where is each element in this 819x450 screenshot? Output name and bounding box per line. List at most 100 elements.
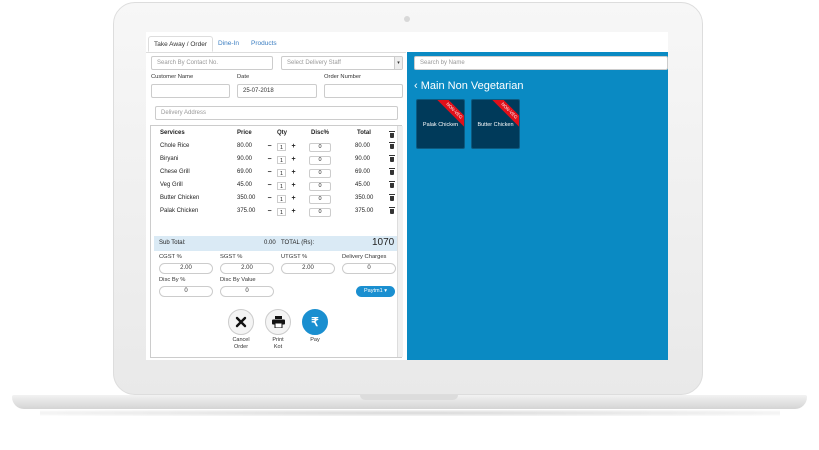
cart-item-price: 90.00 — [237, 156, 253, 162]
print-kot-label: Print Kot — [258, 337, 298, 351]
trash-icon[interactable] — [389, 207, 395, 214]
tab-dine-in[interactable]: Dine-In — [213, 36, 244, 52]
cart-item-price: 69.00 — [237, 169, 253, 175]
plus-icon[interactable]: + — [290, 169, 297, 176]
delivery-address-input[interactable]: Delivery Address — [155, 106, 398, 120]
order-panel: Take Away / Order Dine-In Products Searc… — [146, 32, 406, 360]
print-label-line1: Print — [272, 337, 284, 343]
disc-value-label: Disc By Value — [220, 277, 256, 283]
utgst-input[interactable]: 2.00 — [281, 263, 335, 274]
delivery-staff-select[interactable]: Select Delivery Staff ▾ — [281, 56, 403, 70]
sgst-input[interactable]: 2.00 — [220, 263, 274, 274]
tab-take-away[interactable]: Take Away / Order — [148, 36, 213, 52]
trash-icon[interactable] — [389, 181, 395, 188]
minus-icon[interactable]: − — [266, 195, 273, 202]
customer-name-input[interactable] — [151, 84, 230, 98]
category-name: Main Non Vegetarian — [420, 80, 524, 92]
cart-item-total: 45.00 — [355, 182, 371, 188]
rupee-icon: ₹ — [311, 315, 319, 329]
product-name: Butter Chicken — [477, 122, 514, 128]
header-services: Services — [160, 130, 185, 136]
minus-icon[interactable]: − — [266, 143, 273, 150]
plus-icon[interactable]: + — [290, 208, 297, 215]
subtotal-value: 0.00 — [264, 240, 276, 246]
disc-input[interactable]: 0 — [309, 169, 331, 178]
cart-item-name: Chole Rice — [160, 143, 190, 149]
total-label: TOTAL (Rs): — [281, 240, 315, 246]
cart-item-name: Biryani — [160, 156, 179, 162]
cgst-input[interactable]: 2.00 — [159, 263, 213, 274]
total-value: 1070 — [372, 237, 395, 248]
laptop-shadow — [40, 410, 780, 416]
webcam — [404, 16, 410, 22]
payment-method-select[interactable]: Paytm1 ▾ — [356, 286, 395, 297]
sgst-label: SGST % — [220, 254, 243, 260]
cart-item-price: 80.00 — [237, 143, 253, 149]
disc-percent-input[interactable]: 0 — [159, 286, 213, 297]
plus-icon[interactable]: + — [290, 182, 297, 189]
cart-item-total: 80.00 — [355, 143, 371, 149]
qty-input[interactable]: 1 — [277, 143, 286, 151]
product-search-input[interactable]: Search by Name — [414, 56, 668, 70]
product-name: Palak Chicken — [422, 122, 459, 128]
delivery-staff-placeholder: Select Delivery Staff — [287, 60, 341, 66]
order-number-label: Order Number — [324, 74, 362, 80]
pay-button[interactable]: ₹ — [302, 309, 328, 335]
laptop-notch — [360, 395, 458, 400]
contact-search-input[interactable]: Search By Contact No. — [151, 56, 273, 70]
product-card-butter-chicken[interactable]: NON-VEG Butter Chicken — [471, 99, 520, 149]
utgst-label: UTGST % — [281, 254, 308, 260]
qty-input[interactable]: 1 — [277, 169, 286, 177]
cancel-order-label: Cancel Order — [221, 337, 261, 351]
cart-item-name: Chese Grill — [160, 169, 190, 175]
minus-icon[interactable]: − — [266, 182, 273, 189]
cart-item-price: 375.00 — [237, 208, 256, 214]
disc-input[interactable]: 0 — [309, 195, 331, 204]
payment-method-value: Paytm1 — [364, 288, 383, 294]
trash-icon[interactable] — [389, 168, 395, 175]
disc-input[interactable]: 0 — [309, 156, 331, 165]
trash-icon[interactable] — [389, 194, 395, 201]
cart-item-name: Palak Chicken — [160, 208, 199, 214]
disc-input[interactable]: 0 — [309, 208, 331, 217]
disc-input[interactable]: 0 — [309, 182, 331, 191]
plus-icon[interactable]: + — [290, 195, 297, 202]
product-card-palak-chicken[interactable]: NON-VEG Palak Chicken — [416, 99, 465, 149]
disc-input[interactable]: 0 — [309, 143, 331, 152]
pay-label: Pay — [310, 337, 320, 343]
tab-products[interactable]: Products — [246, 36, 282, 52]
delivery-charges-label: Delivery Charges — [342, 254, 387, 260]
order-number-input[interactable] — [324, 84, 403, 98]
plus-icon[interactable]: + — [290, 143, 297, 150]
cart-item-price: 45.00 — [237, 182, 253, 188]
minus-icon[interactable]: − — [266, 156, 273, 163]
print-kot-button[interactable] — [265, 309, 291, 335]
qty-input[interactable]: 1 — [277, 156, 286, 164]
category-title[interactable]: ‹ Main Non Vegetarian — [414, 80, 523, 92]
trash-icon[interactable] — [389, 142, 395, 149]
trash-icon[interactable] — [389, 155, 395, 162]
plus-icon[interactable]: + — [290, 156, 297, 163]
minus-icon[interactable]: − — [266, 169, 273, 176]
cancel-order-button[interactable] — [228, 309, 254, 335]
disc-percent-label: Disc By % — [159, 277, 186, 283]
qty-input[interactable]: 1 — [277, 182, 286, 190]
delivery-charges-input[interactable]: 0 — [342, 263, 396, 274]
subtotal-bar: Sub Total: 0.00 TOTAL (Rs): 1070 — [154, 236, 397, 251]
qty-input[interactable]: 1 — [277, 195, 286, 203]
qty-input[interactable]: 1 — [277, 208, 286, 216]
date-input[interactable]: 25-07-2018 — [237, 84, 317, 98]
disc-value-input[interactable]: 0 — [220, 286, 274, 297]
cart-scrollbar[interactable] — [397, 126, 403, 357]
print-label-line2: Kot — [273, 344, 283, 350]
tab-bar: Take Away / Order Dine-In Products — [146, 32, 406, 53]
cart-item-total: 350.00 — [355, 195, 374, 201]
trash-icon[interactable] — [389, 131, 395, 138]
chevron-left-icon[interactable]: ‹ — [414, 80, 418, 92]
cancel-label-line1: Cancel — [232, 337, 250, 343]
date-label: Date — [237, 74, 250, 80]
cart-item-total: 375.00 — [355, 208, 374, 214]
minus-icon[interactable]: − — [266, 208, 273, 215]
cancel-label-line2: Order — [233, 344, 249, 350]
chevron-down-icon: ▾ — [394, 57, 402, 69]
